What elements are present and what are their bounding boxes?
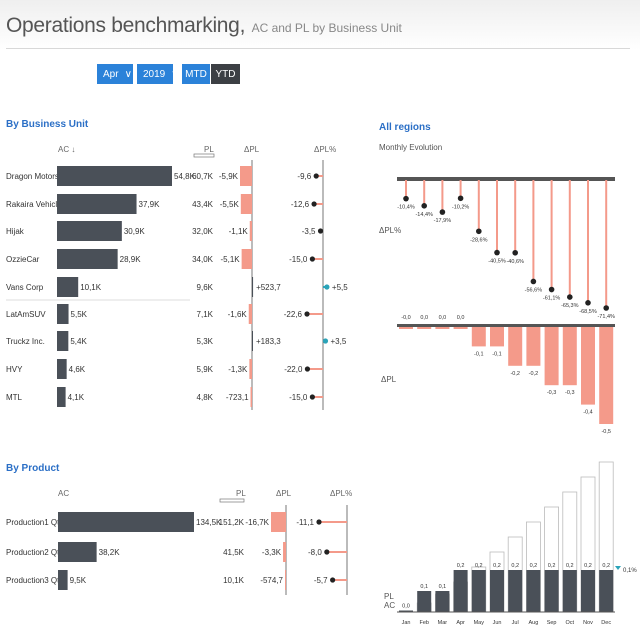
- product-dplpct-dot: [330, 577, 336, 583]
- product-dpl-label: -3,3K: [262, 548, 282, 557]
- product-row-label: Production1 Qty: [6, 518, 63, 527]
- product-dpl-bar: [283, 542, 286, 562]
- product-chart: Production1 Qty 134,5K151,2K -16,7K -11,1Pr…: [6, 498, 348, 595]
- product-ac-bar: [58, 512, 194, 532]
- product-pl-label: 41,5K: [223, 548, 245, 557]
- product-dplpct-label: -5,7: [314, 576, 328, 585]
- product-dplpct-dot: [324, 549, 330, 555]
- product-row-label: Production2 Qty: [6, 548, 63, 557]
- product-dplpct-label: -11,1: [296, 518, 314, 527]
- product-dpl-label: -16,7K: [245, 518, 269, 527]
- product-pl-label: 151,2K: [219, 518, 245, 527]
- product-row-label: Production3 Qty: [6, 576, 63, 585]
- product-pl-label: 10,1K: [223, 576, 245, 585]
- product-dplpct-label: -8,0: [308, 548, 322, 557]
- product-dpl-label: -574,7: [260, 576, 283, 585]
- product-dpl-bar: [271, 512, 286, 532]
- product-ac-bar: [58, 570, 68, 590]
- product-ac-label: 38,2K: [99, 548, 121, 557]
- prod-pl-header-marker: [219, 498, 245, 503]
- product-ac-label: 9,5K: [70, 576, 87, 585]
- product-dpl-bar: [285, 570, 286, 590]
- product-dplpct-dot: [316, 519, 322, 525]
- product-ac-bar: [58, 542, 97, 562]
